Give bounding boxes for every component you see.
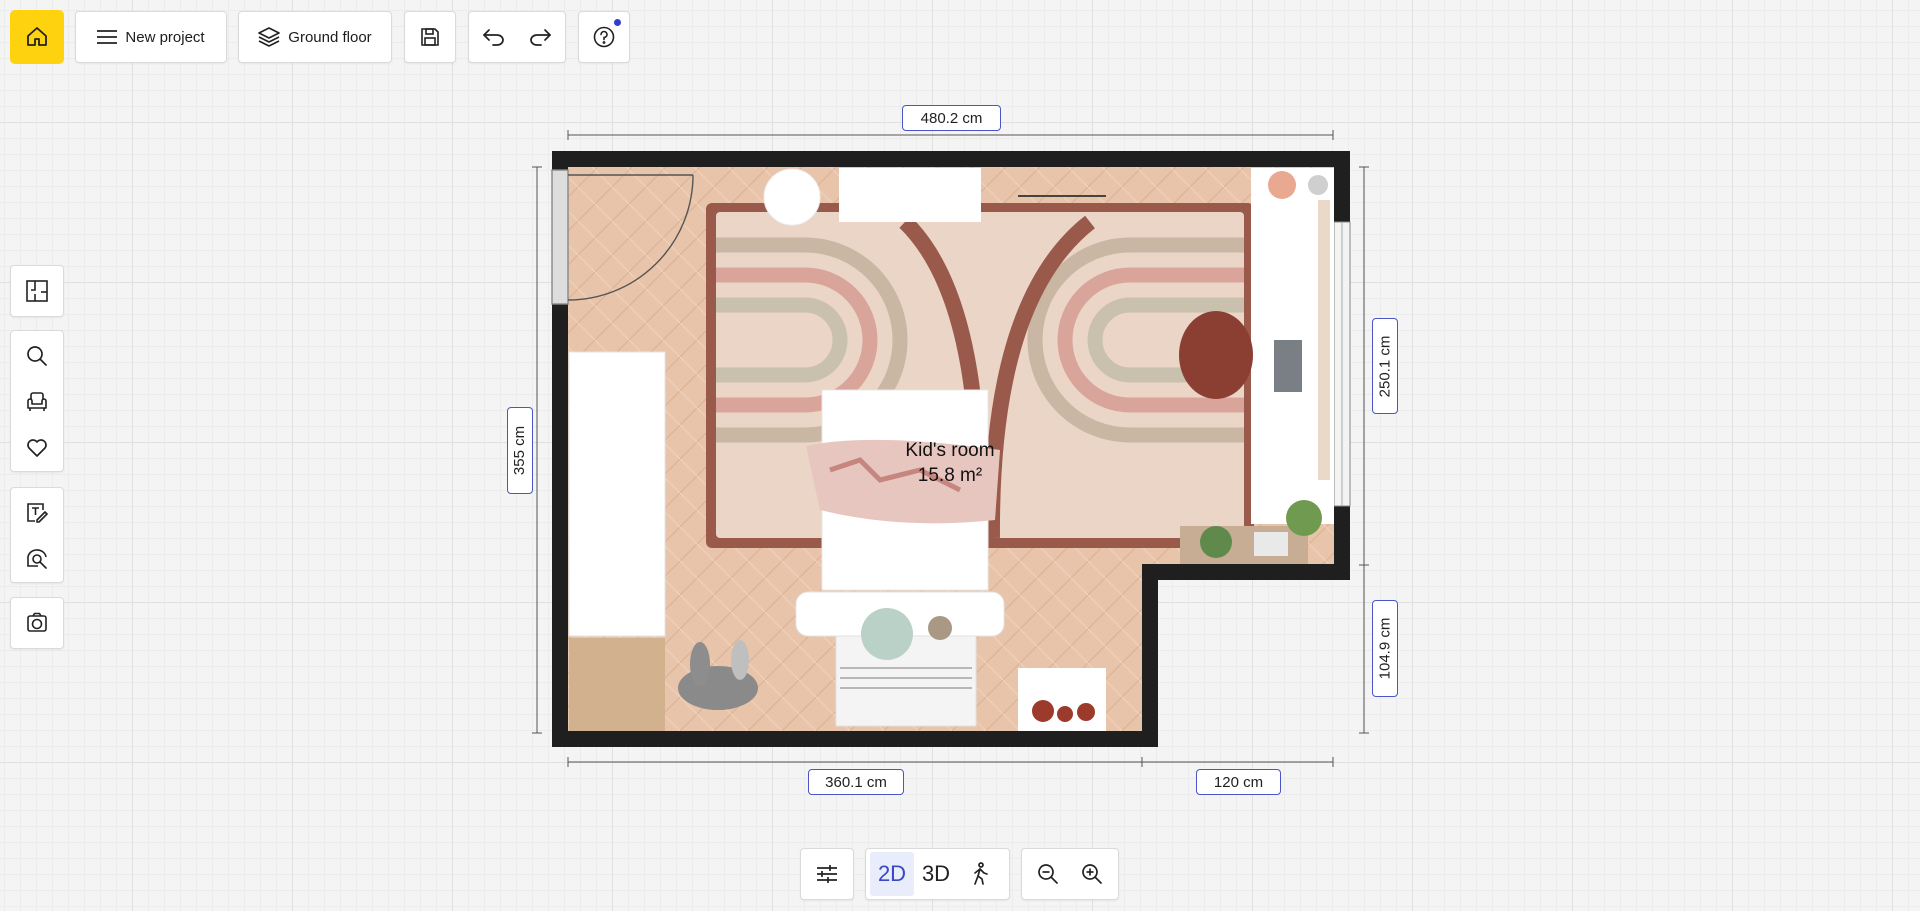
dimension-bottom-right[interactable]: 120 cm [1196,769,1281,795]
room-name: Kid's room [905,440,995,461]
dimension-top[interactable]: 480.2 cm [902,105,1001,131]
walk-icon [974,862,988,885]
bed[interactable] [806,389,1000,591]
dimension-left[interactable]: 355 cm [507,407,533,494]
zoom-panel [1021,848,1119,900]
pouf[interactable] [1179,311,1253,399]
shelf-unit[interactable] [839,168,981,222]
zoom-in-icon [1082,864,1102,884]
settings-button[interactable] [805,852,849,896]
room-area: 15.8 m² [917,465,983,486]
view-mode-panel: 2D 3D [865,848,1010,900]
zoom-out-button[interactable] [1026,852,1070,896]
view-3d-button[interactable]: 3D [914,852,958,896]
window[interactable] [1333,221,1351,507]
toy-box[interactable] [1018,668,1106,731]
dimension-right-upper[interactable]: 250.1 cm [1372,318,1398,414]
view-2d-button[interactable]: 2D [870,852,914,896]
settings-panel [800,848,854,900]
walk-mode-button[interactable] [958,852,1002,896]
zoom-out-icon [1038,864,1058,884]
ceiling-lamp[interactable] [763,168,821,226]
dimension-bottom-left[interactable]: 360.1 cm [808,769,904,795]
cabinet[interactable] [569,638,665,731]
dimension-right-lower[interactable]: 104.9 cm [1372,600,1398,697]
wardrobe[interactable] [568,351,666,637]
zoom-in-button[interactable] [1070,852,1114,896]
desk[interactable] [1251,168,1334,524]
room-label[interactable]: Kid's room 15.8 m² [870,438,1030,488]
sliders-icon [817,865,837,883]
